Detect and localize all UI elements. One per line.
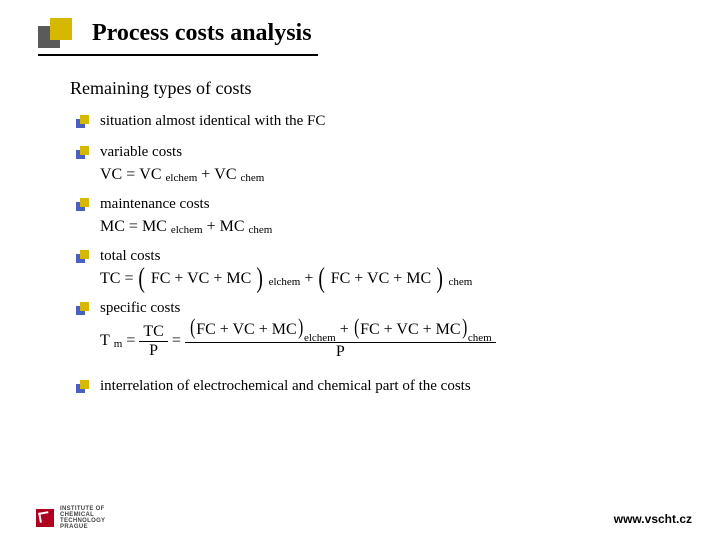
item-label: maintenance costs <box>100 196 210 213</box>
footer-url: www.vscht.cz <box>614 512 692 526</box>
item-label: interrelation of electrochemical and che… <box>100 378 471 395</box>
list-item: specific costs Tm = TC P = (FC + VC + MC… <box>76 300 690 360</box>
list-item: situation almost identical with the FC <box>76 113 690 130</box>
list-item: variable costs VC = VCelchem + VCchem <box>76 144 690 184</box>
formula-tc: TC = (FC + VC + MC)elchem + (FC + VC + M… <box>100 270 690 288</box>
slide: Process costs analysis Remaining types o… <box>0 0 720 540</box>
bullet-icon <box>76 115 90 129</box>
formula-tm: Tm = TC P = (FC + VC + MC)elchem + (FC +… <box>100 322 690 360</box>
bullet-icon <box>76 380 90 394</box>
formula-mc: MC = MCelchem + MCchem <box>100 218 690 236</box>
slide-title: Process costs analysis <box>92 20 312 47</box>
logo-text: INSTITUTE OF CHEMICAL TECHNOLOGY PRAGUE <box>60 506 105 530</box>
bullet-icon <box>76 302 90 316</box>
institute-logo: INSTITUTE OF CHEMICAL TECHNOLOGY PRAGUE <box>36 506 105 530</box>
list-item: maintenance costs MC = MCelchem + MCchem <box>76 196 690 236</box>
item-label: specific costs <box>100 300 180 317</box>
logo-mark-icon <box>36 509 54 527</box>
bullet-icon <box>76 146 90 160</box>
bullet-icon <box>76 198 90 212</box>
title-row: Process costs analysis <box>0 18 720 48</box>
content-area: situation almost identical with the FC v… <box>0 113 720 395</box>
title-underline <box>38 54 318 56</box>
item-label: variable costs <box>100 144 182 161</box>
title-bullet-icon <box>38 18 74 48</box>
item-label: situation almost identical with the FC <box>100 113 325 130</box>
item-label: total costs <box>100 248 160 265</box>
list-item: interrelation of electrochemical and che… <box>76 378 690 395</box>
slide-subtitle: Remaining types of costs <box>70 78 720 99</box>
bullet-icon <box>76 250 90 264</box>
formula-vc: VC = VCelchem + VCchem <box>100 166 690 184</box>
list-item: total costs TC = (FC + VC + MC)elchem + … <box>76 248 690 288</box>
